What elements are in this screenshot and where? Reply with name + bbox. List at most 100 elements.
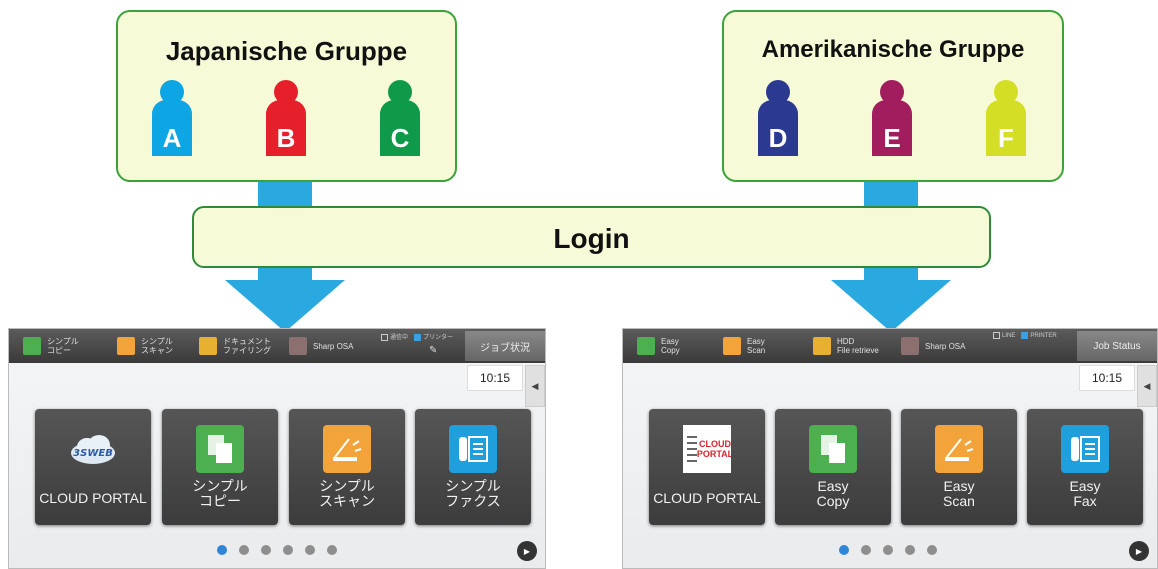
copy-icon (809, 425, 857, 473)
tile-label: CLOUD PORTAL (39, 490, 147, 506)
toolbar-label: Sharp OSA (925, 341, 966, 351)
status-indicators: 通信中 プリンター (381, 332, 453, 341)
status-printer-label: PRINTER (1030, 333, 1057, 340)
toolbar-sharp-osa[interactable]: Sharp OSA (289, 335, 353, 357)
tile-label: Easy Scan (943, 478, 975, 509)
copy-icon (196, 425, 244, 473)
page-dot[interactable] (305, 545, 315, 555)
side-panel-tab[interactable]: ◀ (1137, 365, 1157, 407)
toolbar-easy-copy[interactable]: Easy Copy (637, 335, 680, 357)
scan-icon (723, 337, 741, 355)
wrench-icon[interactable]: ✎ (429, 345, 437, 356)
japanese-group-box: Japanische Gruppe A B C (116, 10, 457, 182)
status-line: LINE (993, 332, 1015, 339)
user-a-icon: A (152, 80, 194, 158)
job-status-button[interactable]: Job Status (1077, 331, 1157, 361)
user-letter: A (162, 123, 182, 153)
user-body: C (380, 100, 420, 156)
user-body: B (266, 100, 306, 156)
user-d-icon: D (758, 80, 800, 158)
login-box: Login (192, 206, 991, 268)
page-dot[interactable] (261, 545, 271, 555)
next-page-button[interactable]: ▶ (517, 541, 537, 561)
osa-icon (901, 337, 919, 355)
side-panel-tab[interactable]: ◀ (525, 365, 545, 407)
printer-status-icon (414, 333, 422, 341)
tile-cloud-portal[interactable]: CLOUD PORTAL CLOUD PORTAL (649, 409, 765, 525)
tile-simple-scan[interactable]: シンプル スキャン (289, 409, 405, 525)
american-home-screen: Easy Copy Easy Scan HDD File retrieve Sh… (622, 328, 1158, 569)
status-indicators: LINE PRINTER (993, 332, 1057, 339)
page-dot[interactable] (905, 545, 915, 555)
top-toolbar: シンプル コピー シンプル スキャン ドキュメント ファイリング Sharp O… (9, 329, 545, 363)
svg-text:3SWEB: 3SWEB (73, 448, 113, 459)
page-dot[interactable] (239, 545, 249, 555)
scan-icon (117, 337, 135, 355)
next-page-button[interactable]: ▶ (1129, 541, 1149, 561)
page-dot[interactable] (283, 545, 293, 555)
page-indicator (839, 545, 937, 555)
tile-cloud-portal[interactable]: 3SWEB CLOUD PORTAL (35, 409, 151, 525)
american-connector (864, 182, 918, 208)
user-f-icon: F (986, 80, 1028, 158)
toolbar-hdd-file-retrieve[interactable]: HDD File retrieve (813, 335, 879, 357)
toolbar-simple-copy[interactable]: シンプル コピー (23, 335, 79, 357)
toolbar-easy-scan[interactable]: Easy Scan (723, 335, 765, 357)
page-dot[interactable] (927, 545, 937, 555)
toolbar-document-filing[interactable]: ドキュメント ファイリング (199, 335, 271, 357)
copy-icon (637, 337, 655, 355)
user-letter: C (390, 123, 410, 153)
page-indicator (217, 545, 337, 555)
status-line-label: LINE (1002, 333, 1016, 340)
user-body: E (872, 100, 912, 156)
tile-easy-scan[interactable]: Easy Scan (901, 409, 1017, 525)
tile-easy-fax[interactable]: Easy Fax (1027, 409, 1143, 525)
user-letter: B (276, 123, 296, 153)
folder-icon (813, 337, 831, 355)
left-arrow-icon (225, 280, 345, 332)
page-dot[interactable] (839, 545, 849, 555)
tile-simple-copy[interactable]: シンプル コピー (162, 409, 278, 525)
top-toolbar: Easy Copy Easy Scan HDD File retrieve Sh… (623, 329, 1157, 363)
tile-label: Easy Fax (1069, 478, 1101, 509)
line-status-icon (993, 332, 1000, 339)
user-b-icon: B (266, 80, 308, 158)
user-e-icon: E (872, 80, 914, 158)
tile-simple-fax[interactable]: シンプル ファクス (415, 409, 531, 525)
japanese-group-title: Japanische Gruppe (165, 36, 408, 66)
status-printer: PRINTER (1021, 332, 1057, 340)
cloud-portal-icon: CLOUD PORTAL (683, 425, 734, 473)
folder-icon (199, 337, 217, 355)
job-status-button[interactable]: ジョブ状況 (465, 331, 545, 361)
3sweb-cloud-icon: 3SWEB (69, 425, 117, 473)
toolbar-label: Sharp OSA (313, 341, 354, 351)
toolbar-sharp-osa[interactable]: Sharp OSA (901, 335, 965, 357)
scan-icon (323, 425, 371, 473)
printer-status-icon (1021, 332, 1029, 339)
osa-icon (289, 337, 307, 355)
user-letter: F (998, 123, 1014, 153)
page-dot[interactable] (217, 545, 227, 555)
user-body: D (758, 100, 798, 156)
user-letter: E (883, 123, 901, 153)
tile-easy-copy[interactable]: Easy Copy (775, 409, 891, 525)
status-line-label: 通信中 (390, 335, 409, 341)
user-letter: D (768, 123, 788, 153)
cloud-portal-logo-line: CLOUD (699, 439, 731, 449)
fax-icon (449, 425, 497, 473)
tile-label: シンプル コピー (192, 478, 248, 509)
toolbar-label: シンプル コピー (47, 337, 79, 355)
user-body: A (152, 100, 192, 156)
tile-label: シンプル スキャン (319, 478, 375, 509)
toolbar-simple-scan[interactable]: シンプル スキャン (117, 335, 173, 357)
status-line: 通信中 (381, 332, 408, 341)
toolbar-label: Easy Copy (661, 337, 680, 355)
clock: 10:15 (1079, 365, 1135, 391)
page-dot[interactable] (883, 545, 893, 555)
page-dot[interactable] (327, 545, 337, 555)
page-dot[interactable] (861, 545, 871, 555)
cloud-portal-logo-line: PORTAL (697, 449, 731, 459)
toolbar-label: シンプル スキャン (141, 337, 173, 355)
toolbar-label: HDD File retrieve (837, 337, 879, 355)
line-status-icon (381, 333, 388, 341)
